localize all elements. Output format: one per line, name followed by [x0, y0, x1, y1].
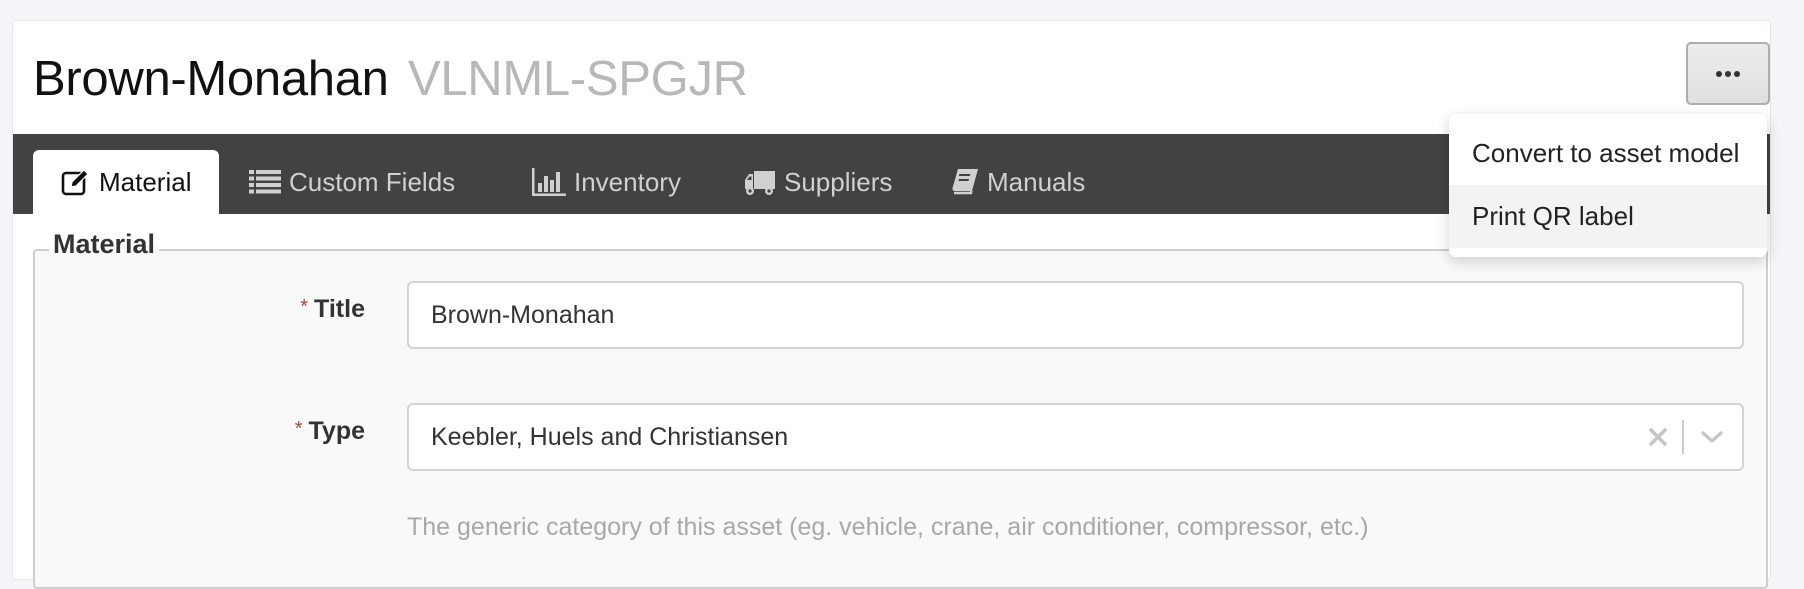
asset-title: Brown-Monahan [33, 52, 389, 106]
more-actions-button[interactable] [1686, 42, 1770, 105]
edit-icon [61, 169, 89, 196]
required-marker: * [294, 418, 303, 440]
tab-inventory[interactable]: Inventory [504, 150, 709, 214]
tab-label: Custom Fields [289, 166, 456, 197]
truck-icon [745, 171, 775, 195]
chevron-down-icon[interactable] [1700, 429, 1724, 445]
more-actions-menu: Convert to asset model Print QR label [1449, 114, 1767, 257]
material-fieldset: Material * Title Brown-Monahan * Type Keeb… [33, 229, 1768, 589]
type-label: * Type [294, 417, 365, 445]
tab-manuals[interactable]: Manuals [923, 150, 1113, 214]
fieldset-legend: Material [49, 229, 160, 260]
title-input[interactable]: Brown-Monahan [407, 281, 1744, 349]
list-icon [249, 170, 281, 194]
clear-icon[interactable] [1648, 427, 1668, 447]
tab-label: Manuals [987, 166, 1086, 197]
bar-chart-icon [532, 168, 566, 196]
tab-custom-fields[interactable]: Custom Fields [221, 150, 483, 214]
asset-code: VLNML-SPGJR [407, 52, 748, 106]
indicator-separator [1682, 420, 1684, 454]
menu-item-convert-to-asset-model[interactable]: Convert to asset model [1449, 122, 1767, 185]
tab-label: Material [99, 166, 192, 197]
tab-label: Inventory [574, 166, 681, 197]
book-icon [952, 169, 978, 195]
tab-material[interactable]: Material [33, 150, 220, 214]
tab-suppliers[interactable]: Suppliers [716, 150, 920, 214]
type-help-text: The generic category of this asset (eg. … [407, 513, 1369, 541]
required-marker: * [300, 296, 309, 318]
title-label: * Title [300, 295, 365, 323]
asset-card: Brown-Monahan VLNML-SPGJR Material Custo… [12, 20, 1771, 589]
tab-label: Suppliers [784, 166, 893, 197]
menu-item-print-qr-label[interactable]: Print QR label [1449, 185, 1767, 248]
page-title: Brown-Monahan VLNML-SPGJR [33, 51, 748, 107]
type-select-value: Keebler, Huels and Christiansen [431, 422, 789, 451]
type-select[interactable]: Keebler, Huels and Christiansen [407, 403, 1744, 471]
ellipsis-icon [1716, 70, 1740, 77]
